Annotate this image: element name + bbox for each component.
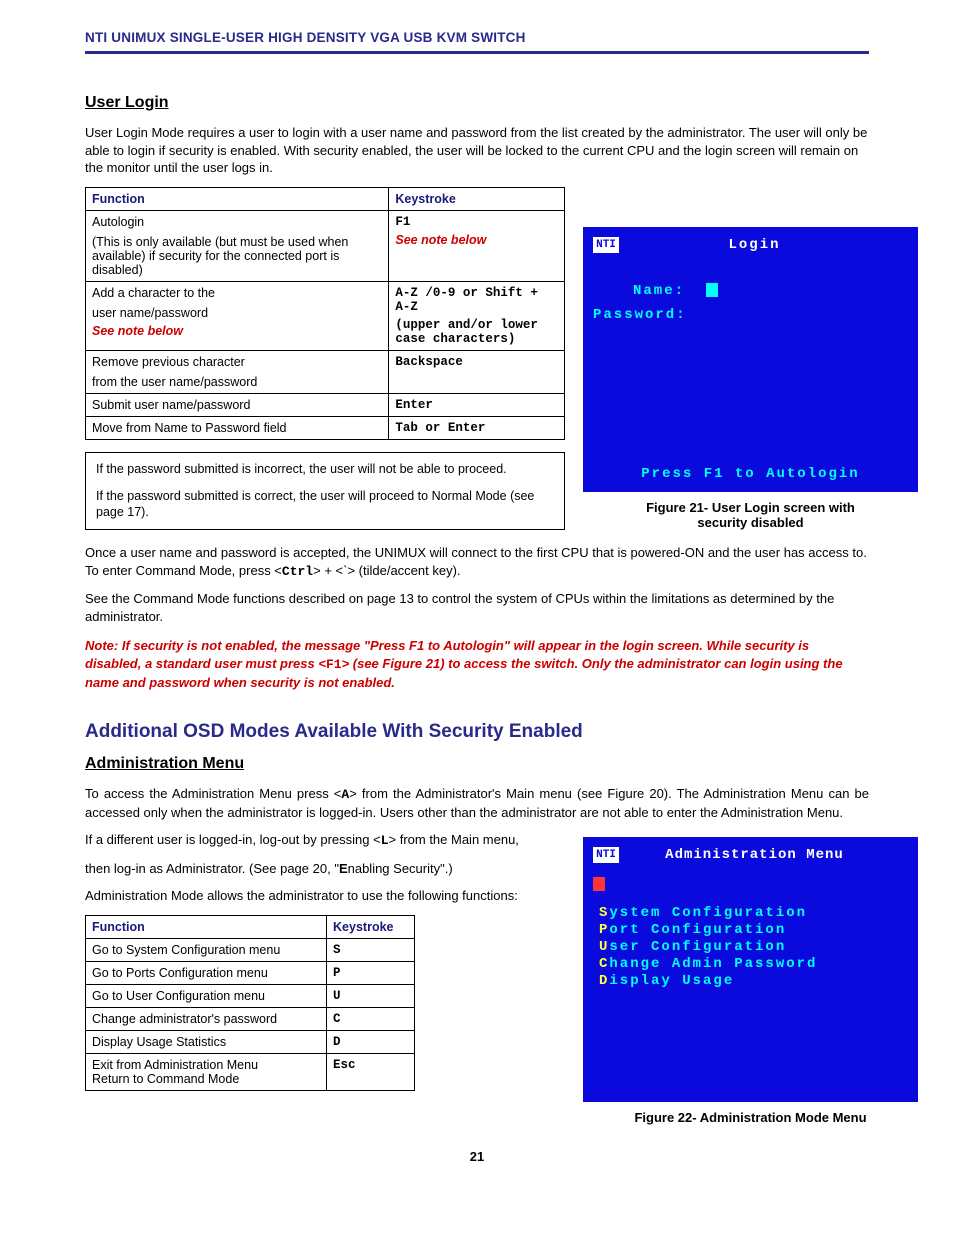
admin-left: If a different user is logged-in, log-ou… <box>85 831 565 1091</box>
key: U <box>327 984 415 1007</box>
table-row: Go to System Configuration menu S <box>86 938 415 961</box>
user-login-intro: User Login Mode requires a user to login… <box>85 124 869 177</box>
osd-title: Login <box>631 237 908 253</box>
fn-note: See note below <box>92 324 382 338</box>
fn: Change administrator's password <box>86 1007 327 1030</box>
key-sub: (upper and/or lower case characters) <box>395 318 558 346</box>
running-header: NTI UNIMUX SINGLE-USER HIGH DENSITY VGA … <box>85 30 869 51</box>
key: P <box>327 961 415 984</box>
table-row: Change administrator's password C <box>86 1007 415 1030</box>
osd-menu-item: User Configuration <box>599 939 908 955</box>
after-login-p2: See the Command Mode functions described… <box>85 590 869 625</box>
admin-keystroke-table: Function Keystroke Go to System Configur… <box>85 915 415 1091</box>
admin-p4: Administration Mode allows the administr… <box>85 887 565 905</box>
key-main: A-Z /0-9 or Shift + A-Z <box>395 286 558 314</box>
osd-name-label: Name: <box>633 283 685 299</box>
th-keystroke: Keystroke <box>327 915 415 938</box>
notebox-p1: If the password submitted is incorrect, … <box>96 461 554 478</box>
table-row: Add a character to the user name/passwor… <box>86 281 565 350</box>
key-main: F1 <box>395 215 558 229</box>
fn-sub2: from the user name/password <box>92 375 382 389</box>
key-main: Enter <box>389 393 565 416</box>
fn-main: Submit user name/password <box>86 393 389 416</box>
table-header-row: Function Keystroke <box>86 187 565 210</box>
after-login-p1: Once a user name and password is accepte… <box>85 544 869 580</box>
notebox-p2: If the password submitted is correct, th… <box>96 488 554 522</box>
figure-21-caption: Figure 21- User Login screen with securi… <box>583 500 918 530</box>
key-main: Backspace <box>389 350 565 393</box>
osd-menu-item: Display Usage <box>599 973 908 989</box>
th-function: Function <box>86 915 327 938</box>
login-right: NTI Login Name: Password: Press F1 to Au… <box>583 187 918 530</box>
key: C <box>327 1007 415 1030</box>
login-keystroke-table: Function Keystroke Autologin (This is on… <box>85 187 565 440</box>
fn-sub2: user name/password <box>92 306 382 320</box>
fn-sub: (This is only available (but must be use… <box>92 235 382 277</box>
key: S <box>327 938 415 961</box>
osd-menu-item: Port Configuration <box>599 922 908 938</box>
login-left: Function Keystroke Autologin (This is on… <box>85 187 565 531</box>
header-rule <box>85 51 869 54</box>
page-number: 21 <box>85 1149 869 1164</box>
table-header-row: Function Keystroke <box>86 915 415 938</box>
nti-logo-icon: NTI <box>593 237 619 253</box>
th-function: Function <box>86 187 389 210</box>
key-main: Tab or Enter <box>389 416 565 439</box>
admin-right: NTI Administration Menu System Configura… <box>583 831 918 1125</box>
osd-footer: Press F1 to Autologin <box>593 466 908 482</box>
fn-main: Move from Name to Password field <box>86 416 389 439</box>
caption-line1: Figure 21- User Login screen with <box>646 500 855 515</box>
key-note: See note below <box>395 233 558 247</box>
table-row: Exit from Administration Menu Return to … <box>86 1053 415 1090</box>
fn: Exit from Administration Menu Return to … <box>86 1053 327 1090</box>
admin-p1: To access the Administration Menu press … <box>85 785 869 821</box>
additional-osd-heading: Additional OSD Modes Available With Secu… <box>85 721 869 743</box>
table-row: Go to Ports Configuration menu P <box>86 961 415 984</box>
figure-22-caption: Figure 22- Administration Mode Menu <box>583 1110 918 1125</box>
admin-p2: If a different user is logged-in, log-ou… <box>85 831 565 850</box>
user-login-heading: User Login <box>85 94 869 112</box>
osd-admin-screen: NTI Administration Menu System Configura… <box>583 837 918 1102</box>
table-row: Move from Name to Password field Tab or … <box>86 416 565 439</box>
table-row: Go to User Configuration menu U <box>86 984 415 1007</box>
security-note: Note: If security is not enabled, the me… <box>85 637 869 691</box>
osd-password-label: Password: <box>593 307 687 323</box>
osd-title: Administration Menu <box>631 847 908 863</box>
osd-menu-item: System Configuration <box>599 905 908 921</box>
fn: Display Usage Statistics <box>86 1030 327 1053</box>
table-row: Display Usage Statistics D <box>86 1030 415 1053</box>
fn: Go to System Configuration menu <box>86 938 327 961</box>
osd-menu-item: Change Admin Password <box>599 956 908 972</box>
admin-menu-heading: Administration Menu <box>85 755 869 773</box>
document-page: NTI UNIMUX SINGLE-USER HIGH DENSITY VGA … <box>0 0 954 1204</box>
password-note-box: If the password submitted is incorrect, … <box>85 452 565 531</box>
fn: Go to Ports Configuration menu <box>86 961 327 984</box>
table-row: Remove previous character from the user … <box>86 350 565 393</box>
table-row: Submit user name/password Enter <box>86 393 565 416</box>
fn-main: Add a character to the <box>92 286 382 300</box>
selection-cursor-icon <box>593 877 605 891</box>
caption-line2: security disabled <box>697 515 803 530</box>
key: D <box>327 1030 415 1053</box>
login-columns: Function Keystroke Autologin (This is on… <box>85 187 869 531</box>
fn-main: Remove previous character <box>92 355 382 369</box>
th-keystroke: Keystroke <box>389 187 565 210</box>
nti-logo-icon: NTI <box>593 847 619 863</box>
osd-login-screen: NTI Login Name: Password: Press F1 to Au… <box>583 227 918 492</box>
admin-p3: then log-in as Administrator. (See page … <box>85 860 565 878</box>
admin-columns: If a different user is logged-in, log-ou… <box>85 831 869 1125</box>
key: Esc <box>327 1053 415 1090</box>
table-row: Autologin (This is only available (but m… <box>86 210 565 281</box>
cursor-icon <box>706 283 718 297</box>
fn: Go to User Configuration menu <box>86 984 327 1007</box>
fn-main: Autologin <box>92 215 382 229</box>
